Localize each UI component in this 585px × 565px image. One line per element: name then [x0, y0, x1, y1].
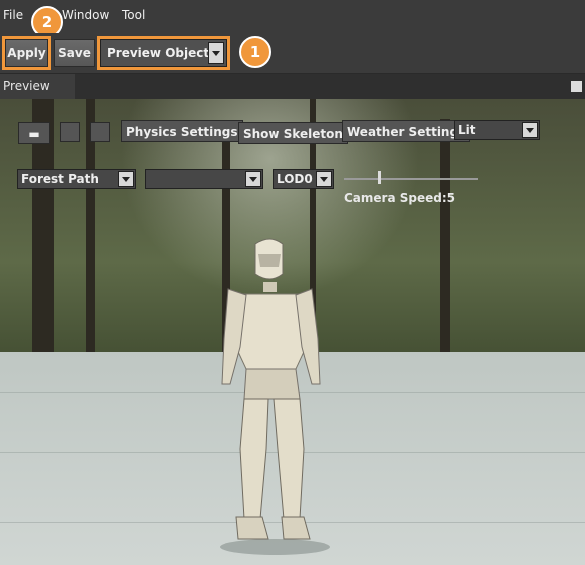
dropdown-arrow-icon[interactable] — [208, 42, 224, 64]
menu-tool[interactable]: Tool — [122, 8, 145, 22]
preview-viewport[interactable]: ▬ Physics Settings Show Skeleton Weather… — [0, 99, 585, 565]
preview-object-label: Preview Object — [107, 46, 210, 60]
pin-icon[interactable] — [571, 81, 582, 92]
refresh-icon[interactable] — [60, 122, 80, 142]
physics-settings-button[interactable]: Physics Settings — [121, 120, 243, 142]
environment-label: Forest Path — [21, 172, 99, 186]
apply-button[interactable]: Apply — [2, 36, 51, 70]
lod-label: LOD0 — [277, 172, 313, 186]
menu-file[interactable]: File — [3, 8, 23, 22]
camera-speed-thumb[interactable] — [378, 171, 381, 184]
environment-select[interactable]: Forest Path — [17, 169, 136, 189]
menu-bar: File Window Tool — [0, 0, 585, 33]
camera-speed-label: Camera Speed:5 — [344, 191, 455, 205]
menu-window[interactable]: Window — [62, 8, 109, 22]
save-button[interactable]: Save — [54, 39, 95, 67]
toolbar: Apply Save Preview Object 1 — [0, 33, 585, 74]
callout-badge-1: 1 — [239, 36, 271, 68]
camera-speed-slider[interactable] — [344, 178, 478, 180]
preview-panel-header: Preview — [0, 74, 585, 99]
dropdown-arrow-icon[interactable] — [522, 122, 538, 138]
preview-object-select[interactable]: Preview Object — [97, 36, 230, 70]
grid-icon[interactable] — [90, 122, 110, 142]
dropdown-arrow-icon[interactable] — [316, 171, 332, 187]
camera-menu-icon[interactable]: ▬ — [18, 122, 50, 144]
tab-preview[interactable]: Preview — [0, 74, 75, 99]
dropdown-arrow-icon[interactable] — [118, 171, 134, 187]
lod-select[interactable]: LOD0 — [273, 169, 334, 189]
dropdown-arrow-icon[interactable] — [245, 171, 261, 187]
lighting-select[interactable]: Lit — [454, 120, 540, 140]
lighting-label: Lit — [458, 123, 476, 137]
weather-settings-button[interactable]: Weather Settings — [342, 120, 471, 142]
show-skeleton-button[interactable]: Show Skeleton — [238, 122, 348, 144]
animation-select[interactable] — [145, 169, 263, 189]
